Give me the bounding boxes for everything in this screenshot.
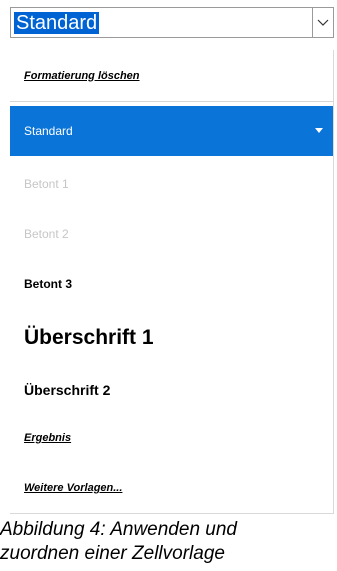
cell-style-combobox[interactable]: Standard bbox=[10, 7, 334, 38]
caption-line-1: Abbildung 4: Anwenden und bbox=[0, 519, 237, 540]
menu-item-heading-1[interactable]: Überschrift 1 bbox=[10, 312, 333, 364]
menu-item-heading-2[interactable]: Überschrift 2 bbox=[10, 365, 333, 415]
menu-item-label: Standard bbox=[24, 124, 73, 138]
submenu-arrow-icon[interactable] bbox=[315, 128, 323, 133]
chevron-down-icon bbox=[317, 19, 329, 26]
figure-caption: Abbildung 4: Anwenden und zuordnen einer… bbox=[0, 518, 337, 571]
menu-item-betont-1[interactable]: Betont 1 bbox=[10, 160, 333, 208]
menu-item-standard[interactable]: Standard bbox=[10, 106, 333, 156]
dropdown-button[interactable] bbox=[312, 7, 334, 38]
menu-item-clear-formatting[interactable]: Formatierung löschen bbox=[10, 50, 333, 102]
menu-item-betont-3[interactable]: Betont 3 bbox=[10, 260, 333, 308]
menu-item-betont-2[interactable]: Betont 2 bbox=[10, 210, 333, 258]
caption-line-2: zuordnen einer Zellvorlage bbox=[0, 543, 225, 564]
menu-item-more-styles[interactable]: Weitere Vorlagen... bbox=[10, 464, 333, 512]
combobox-value[interactable]: Standard bbox=[14, 12, 100, 34]
style-dropdown-list: Formatierung löschen Standard Betont 1 B… bbox=[10, 50, 334, 514]
menu-item-ergebnis[interactable]: Ergebnis bbox=[10, 414, 333, 462]
